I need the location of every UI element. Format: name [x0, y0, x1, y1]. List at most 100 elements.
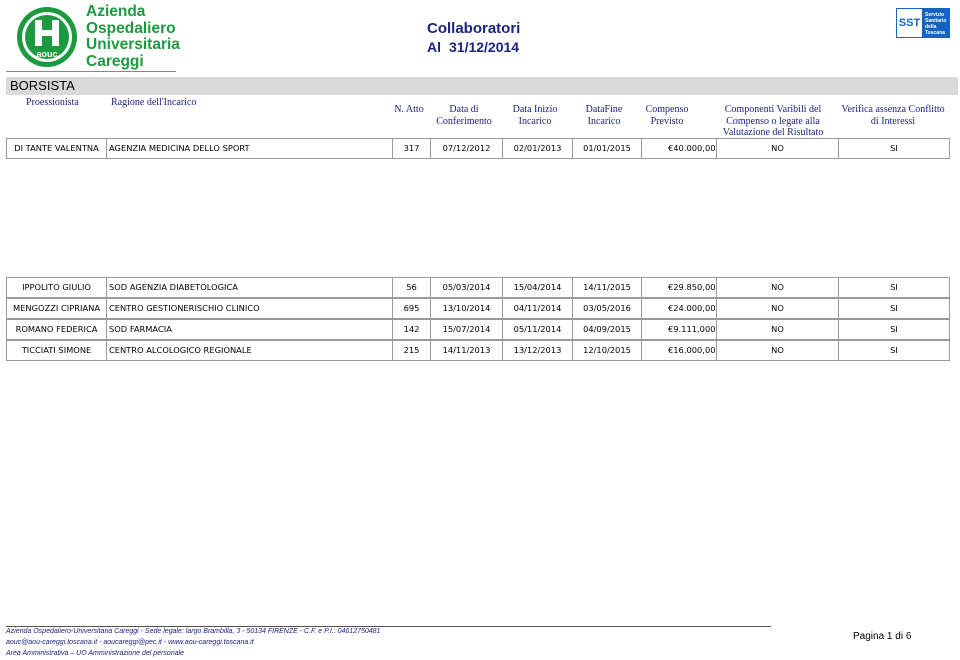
col-professionista: Proessionista — [26, 97, 79, 108]
logo-text: aouc — [36, 49, 57, 59]
table-row: TICCIATI SIMONE CENTRO ALCOLOGICO REGION… — [6, 340, 950, 361]
footer-address: Azienda Ospedaliero-Universitaria Caregg… — [6, 628, 381, 635]
col-line: Data Inizio — [512, 104, 558, 115]
cell-componenti: NO — [716, 341, 838, 360]
cell-componenti: NO — [716, 320, 838, 339]
cell-inizio: 05/11/2014 — [502, 320, 572, 339]
footer-contacts: aouc@aou-careggi.toscana.it - aoucareggi… — [6, 639, 254, 646]
cell-atto: 695 — [392, 299, 430, 318]
compenso-value: 9.111,000 — [673, 324, 716, 334]
cell-compenso: €9.111,000 — [641, 320, 716, 339]
table-row: ROMANO FEDERICA SOD FARMACIA 142 15/07/2… — [6, 319, 950, 340]
cell-conferimento: 14/11/2013 — [430, 341, 502, 360]
col-line: DataFine — [585, 104, 623, 115]
col-ragione: Ragione dell'Incarico — [111, 97, 197, 108]
col-line: Data di — [449, 104, 479, 115]
document-title: Collaboratori — [427, 20, 521, 37]
aouc-logo-icon: aouc — [16, 6, 78, 68]
cell-professionista: MENGOZZI CIPRIANA — [12, 303, 101, 313]
col-line: Incarico — [518, 115, 552, 127]
date-value: 31/12/2014 — [449, 39, 520, 55]
cell-compenso: €29.850,000 — [641, 278, 716, 297]
col-data-conferimento: Data di Conferimento — [426, 104, 502, 127]
cell-compenso: €16.000,000 — [641, 341, 716, 360]
cell-componenti: NO — [716, 139, 838, 158]
cell-ragione: CENTRO ALCOLOGICO REGIONALE — [106, 341, 392, 360]
cell-compenso: €40.000,000 — [641, 139, 716, 158]
sst-logo-text: SST — [899, 17, 921, 29]
cell-ragione: SOD FARMACIA — [106, 320, 392, 339]
cell-ragione: SOD AGENZIA DIABETOLOGICA — [106, 278, 392, 297]
cell-fine: 01/01/2015 — [572, 139, 641, 158]
cell-conferimento: 05/03/2014 — [430, 278, 502, 297]
cell-verifica: SI — [838, 139, 949, 158]
cell-verifica: SI — [838, 278, 949, 297]
col-verifica: Verifica assenza Conflitto di Interessi — [836, 104, 950, 127]
col-line: Previsto — [650, 115, 684, 127]
cell-atto: 142 — [392, 320, 430, 339]
col-line: Compenso — [645, 104, 689, 115]
cell-verifica: SI — [838, 320, 949, 339]
table-row: MENGOZZI CIPRIANA CENTRO GESTIONERISCHIO… — [6, 298, 950, 319]
document-date: Al 31/12/2014 — [427, 39, 519, 55]
table-row: IPPOLITO GIULIO SOD AGENZIA DIABETOLOGIC… — [6, 277, 950, 298]
cell-professionista: ROMANO FEDERICA — [15, 324, 98, 334]
cell-compenso: €24.000,000 — [641, 299, 716, 318]
compenso-value: 24.000,000 — [673, 303, 716, 313]
cell-professionista: DI TANTE VALENTNA — [14, 143, 99, 153]
col-compenso: Compenso Previsto — [636, 104, 698, 127]
cell-verifica: SI — [838, 299, 949, 318]
table-row: DI TANTE VALENTNA AGENZIA MEDICINA DELLO… — [6, 138, 950, 159]
col-line: Verifica assenza Conflitto — [841, 104, 945, 115]
col-line: Incarico — [587, 115, 621, 127]
section-label: BORSISTA — [10, 78, 75, 93]
cell-inizio: 15/04/2014 — [502, 278, 572, 297]
sst-logo-icon: SST Servizio Sanitario della Toscana — [896, 8, 950, 38]
cell-conferimento: 07/12/2012 — [430, 139, 502, 158]
cell-fine: 04/09/2015 — [572, 320, 641, 339]
compenso-value: 16.000,000 — [673, 345, 716, 355]
col-line: di Interessi — [870, 115, 916, 127]
org-name-line: Universitaria — [86, 36, 180, 53]
cell-atto: 317 — [392, 139, 430, 158]
org-name-line: Ospedaliero — [86, 19, 176, 37]
cell-componenti: NO — [716, 278, 838, 297]
col-n-atto: N. Atto — [394, 104, 424, 115]
organization-name: Azienda Ospedaliero Universitaria Caregg… — [86, 3, 180, 70]
footer-department: Area Amministrativa – UO Amministrazione… — [6, 650, 185, 657]
cell-fine: 14/11/2015 — [572, 278, 641, 297]
col-data-fine: DataFine Incarico — [569, 104, 639, 127]
footer-divider — [6, 626, 771, 627]
col-line: Compenso o legate alla — [726, 115, 820, 127]
cell-verifica: SI — [838, 341, 949, 360]
sst-line: Toscana — [925, 30, 945, 36]
cell-professionista: IPPOLITO GIULIO — [22, 282, 91, 292]
section-bar: BORSISTA — [6, 77, 958, 95]
col-data-inizio: Data Inizio Incarico — [498, 104, 572, 127]
col-line: Componenti Varibili del — [724, 104, 822, 115]
header-divider — [6, 71, 176, 72]
col-componenti: Componenti Varibili del Compenso o legat… — [708, 104, 838, 139]
cell-inizio: 13/12/2013 — [502, 341, 572, 360]
cell-inizio: 04/11/2014 — [502, 299, 572, 318]
col-line: Valutazione del Risultato — [722, 127, 824, 138]
cell-conferimento: 13/10/2014 — [430, 299, 502, 318]
cell-atto: 215 — [392, 341, 430, 360]
cell-atto: 56 — [392, 278, 430, 297]
cell-ragione: AGENZIA MEDICINA DELLO SPORT — [106, 139, 392, 158]
cell-componenti: NO — [716, 299, 838, 318]
org-name-line: Azienda — [86, 3, 146, 20]
date-prefix: Al — [427, 39, 441, 55]
column-header-row: Proessionista Ragione dell'Incarico N. A… — [6, 95, 958, 138]
cell-professionista: TICCIATI SIMONE — [21, 345, 92, 355]
compenso-value: 40.000,000 — [673, 143, 716, 153]
col-line: Conferimento — [436, 115, 492, 127]
cell-fine: 12/10/2015 — [572, 341, 641, 360]
cell-ragione: CENTRO GESTIONERISCHIO CLINICO — [106, 299, 392, 318]
cell-inizio: 02/01/2013 — [502, 139, 572, 158]
cell-conferimento: 15/07/2014 — [430, 320, 502, 339]
cell-fine: 03/05/2016 — [572, 299, 641, 318]
page-number: Pagina 1 di 6 — [853, 631, 912, 642]
org-name-line: Careggi — [86, 52, 144, 70]
compenso-value: 29.850,000 — [673, 282, 716, 292]
